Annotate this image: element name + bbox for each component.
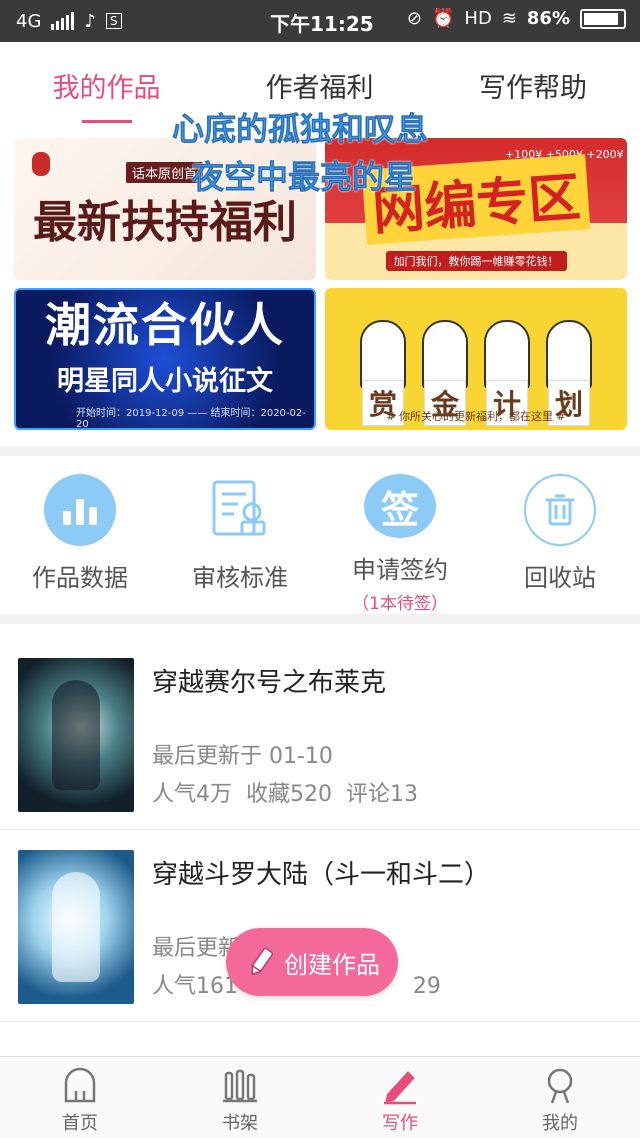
status-bar: 4G ♪ S 下午11:25 ⊘ ⏰ HD ≋ 86%: [0, 0, 640, 42]
create-work-label: 创建作品: [284, 950, 380, 979]
work-updated: 最后更新于 01-10: [152, 744, 333, 769]
tool-review-standard[interactable]: 审核标准: [160, 456, 320, 614]
battery-icon: [580, 8, 626, 29]
mute-icon: ⊘: [406, 8, 422, 29]
cat-icon: 划: [546, 320, 592, 426]
document-check-icon: [204, 474, 276, 546]
sign-icon: 签: [364, 474, 436, 538]
wifi-icon: ≋: [501, 8, 517, 29]
bottom-nav: 首页 书架 写作 我的: [0, 1056, 640, 1138]
banner-subtitle: # 你所关心的更新福利，都在这里 #: [386, 410, 566, 423]
signal-icon: [51, 12, 75, 30]
nav-profile[interactable]: 我的: [480, 1057, 640, 1138]
battery-percent: 86%: [526, 8, 570, 29]
tool-label: 审核标准: [192, 564, 288, 592]
nav-label: 书架: [222, 1113, 258, 1134]
banner-dates: 开始时间：2019-12-09 —— 结束时间：2020-02-20: [76, 407, 306, 430]
tool-recycle-bin[interactable]: 回收站: [480, 456, 640, 614]
book-cover: [18, 658, 134, 812]
tiktok-icon: ♪: [84, 10, 96, 32]
bar-chart-icon: [44, 474, 116, 546]
tool-works-data[interactable]: 作品数据: [0, 456, 160, 614]
banner-subtitle: 明星同人小说征文: [57, 365, 273, 397]
cat-characters: 赏 金 计 划: [360, 320, 592, 426]
banner-title: 潮流合伙人: [45, 297, 285, 352]
s-notification-icon: S: [105, 13, 122, 29]
tool-label: 申请签约: [352, 556, 448, 584]
banner-subtitle: 加门我们，教你踢一帷赚零花钱！: [385, 250, 567, 271]
tools-row: 作品数据 审核标准 签 申请签约 （1本待签） 回收站: [0, 456, 640, 614]
book-cover: [18, 850, 134, 1004]
nav-home[interactable]: 首页: [0, 1057, 160, 1138]
work-stats: 人气4万 收藏520 评论13: [152, 782, 418, 807]
tab-writing-help[interactable]: 写作帮助: [426, 42, 640, 126]
work-title: 穿越斗罗大陆（斗一和斗二）: [152, 860, 491, 890]
work-title: 穿越赛尔号之布莱克: [152, 668, 387, 698]
nav-write[interactable]: 写作: [320, 1057, 480, 1138]
cat-icon: 金: [422, 320, 468, 426]
pending-sign-count: （1本待签）: [352, 594, 448, 614]
cat-icon: 赏: [360, 320, 406, 426]
nav-label: 首页: [62, 1113, 98, 1134]
tool-label: 作品数据: [32, 564, 128, 592]
lantern-icon: [32, 152, 50, 176]
nav-label: 我的: [542, 1113, 578, 1134]
tool-label: 回收站: [524, 564, 596, 592]
network-type: 4G: [16, 10, 42, 32]
cat-icon: 计: [484, 320, 530, 426]
overlay-lyric-line-1: 心底的孤独和叹息: [172, 110, 429, 149]
home-icon: [64, 1067, 96, 1103]
nav-label: 写作: [382, 1113, 418, 1134]
list-item[interactable]: 穿越赛尔号之布莱克 最后更新于 01-10 人气4万 收藏520 评论13: [0, 640, 640, 830]
trash-icon: [524, 474, 596, 546]
overlay-lyric-line-2: 夜空中最亮的星: [192, 158, 417, 197]
clock: 下午11:25: [270, 12, 374, 36]
create-work-button[interactable]: 创建作品: [226, 928, 398, 996]
bookshelf-icon: [223, 1069, 257, 1103]
alarm-icon: ⏰: [431, 8, 455, 29]
pen-icon: [384, 1071, 416, 1105]
tool-apply-sign[interactable]: 签 申请签约 （1本待签）: [320, 456, 480, 614]
nav-bookshelf[interactable]: 书架: [160, 1057, 320, 1138]
pencil-icon: [251, 947, 274, 976]
banner-trend-partner[interactable]: 潮流合伙人 明星同人小说征文 开始时间：2019-12-09 —— 结束时间：2…: [14, 288, 316, 430]
hd-badge: HD: [464, 8, 492, 29]
profile-icon: [547, 1068, 573, 1104]
banner-bounty-plan[interactable]: 赏 金 计 划 # 你所关心的更新福利，都在这里 #: [325, 288, 627, 430]
